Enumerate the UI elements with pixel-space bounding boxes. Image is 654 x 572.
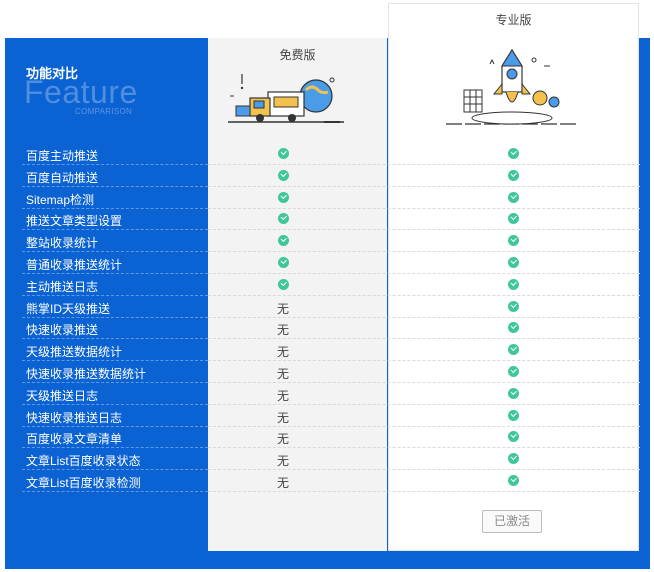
check-circle-icon bbox=[507, 169, 519, 181]
pro-plan-check bbox=[503, 212, 523, 226]
check-circle-icon bbox=[507, 322, 519, 334]
pro-plan-check bbox=[503, 147, 523, 161]
free-plan-value: 无 bbox=[276, 323, 289, 338]
feature-watermark: Feature bbox=[24, 74, 138, 110]
pro-plan-check bbox=[503, 409, 523, 423]
truck-illustration bbox=[228, 74, 344, 123]
pro-plan-check bbox=[503, 452, 523, 466]
check-circle-icon bbox=[507, 300, 519, 312]
feature-label: 快速收录推送 bbox=[26, 323, 99, 338]
free-plan-value: 无 bbox=[276, 476, 289, 490]
free-plan-value: 无 bbox=[276, 454, 289, 469]
pro-plan-check bbox=[503, 234, 523, 248]
feature-label: 推送文章类型设置 bbox=[26, 214, 123, 229]
feature-label: 百度主动推送 bbox=[26, 149, 99, 163]
feature-row: 百度收录文章清单 无 bbox=[22, 426, 640, 449]
check-circle-icon bbox=[277, 148, 289, 159]
feature-row: 整站收录统计 bbox=[22, 230, 640, 253]
free-plan-check bbox=[273, 234, 293, 248]
feature-row: 推送文章类型设置 bbox=[22, 208, 640, 231]
feature-row: 天级推送数据统计 无 bbox=[22, 339, 640, 362]
check-circle-icon bbox=[507, 191, 519, 203]
pro-plan-check bbox=[503, 256, 523, 270]
free-plan-value: 无 bbox=[276, 432, 289, 447]
comparison-watermark: COMPARISON bbox=[75, 107, 133, 116]
feature-row: 快速收录推送数据统计 无 bbox=[22, 361, 640, 383]
feature-label: 天级推送数据统计 bbox=[26, 345, 123, 360]
check-circle-icon bbox=[277, 257, 289, 268]
check-circle-icon bbox=[277, 213, 289, 225]
feature-label: 百度收录文章清单 bbox=[26, 432, 123, 447]
check-circle-icon bbox=[507, 366, 519, 377]
feature-label: 熊掌ID天级推送 bbox=[26, 301, 111, 316]
feature-label: Sitemap检测 bbox=[26, 192, 95, 207]
free-plan-value: 无 bbox=[276, 388, 289, 403]
rocket-illustration bbox=[446, 48, 578, 125]
row-divider bbox=[22, 491, 208, 492]
check-circle-icon bbox=[507, 213, 519, 225]
check-circle-icon bbox=[507, 409, 519, 421]
feature-label: 主动推送日志 bbox=[26, 279, 99, 294]
feature-label: 文章List百度收录状态 bbox=[26, 454, 141, 469]
check-circle-icon bbox=[507, 257, 519, 268]
feature-label: 整站收录统计 bbox=[26, 236, 99, 251]
free-plan-check bbox=[273, 256, 293, 270]
feature-row: 快速收录推送日志 无 bbox=[22, 405, 640, 427]
pro-plan-check bbox=[503, 387, 523, 401]
feature-label: 普通收录推送统计 bbox=[26, 258, 123, 272]
check-circle-icon bbox=[277, 169, 289, 181]
feature-row: 天级推送日志 无 bbox=[22, 383, 640, 405]
pro-plan-check bbox=[503, 365, 523, 379]
pro-plan-check bbox=[503, 474, 523, 488]
feature-row: 百度自动推送 bbox=[22, 165, 640, 187]
check-circle-icon bbox=[507, 278, 519, 290]
free-plan-value: 无 bbox=[276, 345, 289, 360]
feature-row: 百度主动推送 bbox=[22, 143, 640, 165]
feature-label: 文章List百度收录检测 bbox=[26, 476, 141, 490]
check-circle-icon bbox=[507, 431, 519, 443]
free-plan-value: 无 bbox=[276, 301, 289, 316]
pro-plan-check bbox=[503, 278, 523, 292]
pro-plan-check bbox=[503, 169, 523, 183]
feature-row: 文章List百度收录状态 无 bbox=[22, 448, 640, 471]
pro-plan-check bbox=[503, 300, 523, 314]
free-plan-value: 无 bbox=[276, 410, 289, 425]
free-plan-check bbox=[273, 278, 293, 292]
check-circle-icon bbox=[507, 148, 519, 159]
feature-label: 天级推送日志 bbox=[26, 388, 99, 403]
pro-plan-check bbox=[503, 191, 523, 205]
pro-plan-title: 专业版 bbox=[495, 13, 532, 27]
feature-row: 主动推送日志 bbox=[22, 274, 640, 296]
check-circle-icon bbox=[507, 235, 519, 247]
free-plan-check bbox=[273, 191, 293, 205]
row-divider bbox=[208, 491, 640, 492]
feature-row: 文章List百度收录检测 无 bbox=[22, 470, 640, 492]
feature-row: Sitemap检测 bbox=[22, 187, 640, 209]
feature-row: 普通收录推送统计 bbox=[22, 252, 640, 274]
feature-label: 快速收录推送数据统计 bbox=[26, 367, 147, 381]
pro-plan-check bbox=[503, 321, 523, 335]
check-circle-icon bbox=[507, 344, 519, 356]
check-circle-icon bbox=[277, 235, 289, 247]
feature-label: 快速收录推送日志 bbox=[26, 410, 123, 425]
feature-label: 百度自动推送 bbox=[26, 170, 99, 185]
activated-button[interactable]: 已激活 bbox=[482, 510, 542, 533]
check-circle-icon bbox=[277, 278, 289, 290]
free-plan-check bbox=[273, 147, 293, 161]
free-plan-check bbox=[273, 212, 293, 226]
check-circle-icon bbox=[277, 191, 289, 203]
free-plan-value: 无 bbox=[276, 367, 289, 381]
pro-plan-check bbox=[503, 430, 523, 444]
check-circle-icon bbox=[507, 453, 519, 465]
free-plan-title: 免费版 bbox=[279, 48, 316, 62]
check-circle-icon bbox=[507, 387, 519, 399]
check-circle-icon bbox=[507, 475, 519, 486]
feature-row: 熊掌ID天级推送 无 bbox=[22, 296, 640, 318]
pro-plan-check bbox=[503, 343, 523, 357]
feature-row: 快速收录推送 无 bbox=[22, 317, 640, 340]
free-plan-check bbox=[273, 169, 293, 183]
